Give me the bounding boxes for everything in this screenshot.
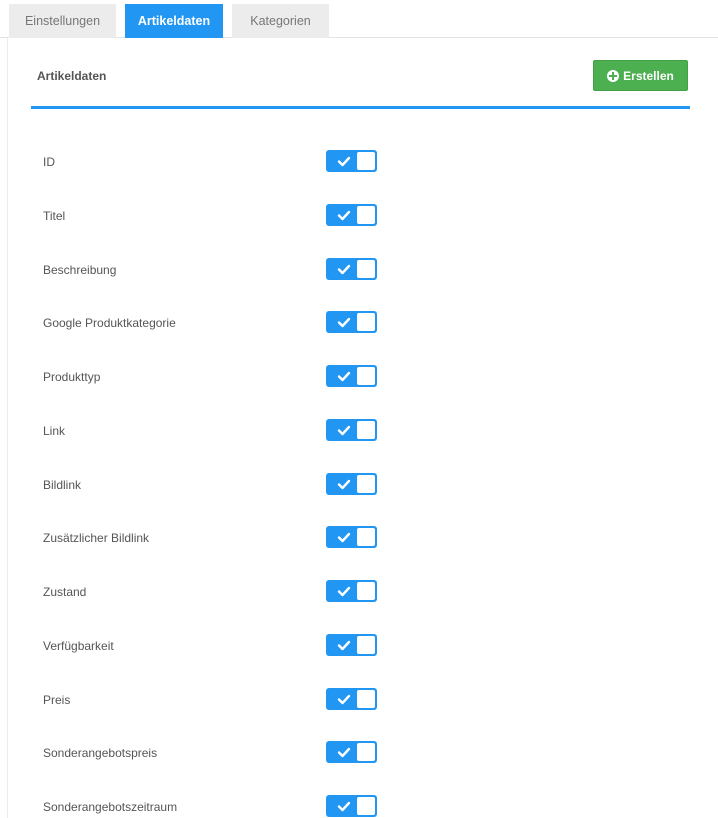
toggle-knob	[357, 474, 375, 493]
field-toggle[interactable]	[326, 687, 377, 710]
field-label: Link	[43, 423, 66, 438]
toggle-knob	[357, 420, 375, 439]
field-toggle[interactable]	[326, 633, 377, 656]
tab-bar: Einstellungen Artikeldaten Kategorien	[0, 0, 718, 38]
toggle-knob	[357, 367, 375, 385]
field-row: Verfügbarkeit	[0, 633, 718, 660]
toggle-knob	[357, 635, 375, 654]
field-label: Bildlink	[43, 477, 82, 492]
field-toggle[interactable]	[326, 150, 377, 172]
toggle-knob	[357, 797, 375, 815]
create-button-label: Erstellen	[623, 68, 674, 83]
panel-title: Artikeldaten	[37, 69, 107, 83]
field-label: Titel	[43, 208, 66, 223]
field-label: Sonderangebotszeitraum	[43, 800, 178, 814]
field-row: Link	[0, 418, 718, 445]
checkmark-icon	[337, 801, 351, 812]
tab-kategorien[interactable]: Kategorien	[232, 4, 329, 38]
field-toggle[interactable]	[326, 257, 377, 280]
field-toggle[interactable]	[326, 526, 377, 549]
field-toggle[interactable]	[326, 365, 377, 387]
field-toggle[interactable]	[326, 580, 377, 602]
checkmark-icon	[337, 748, 351, 758]
checkmark-icon	[337, 210, 351, 220]
field-toggle[interactable]	[326, 795, 377, 817]
checkmark-icon	[337, 371, 351, 382]
field-toggle[interactable]	[326, 418, 377, 441]
header-divider	[31, 106, 690, 109]
field-toggle[interactable]	[326, 741, 377, 764]
toggle-knob	[357, 152, 375, 170]
field-label: Zusätzlicher Bildlink	[43, 531, 150, 546]
field-label: Zustand	[43, 585, 87, 599]
field-row: Beschreibung	[0, 257, 718, 284]
toggle-knob	[357, 582, 375, 600]
field-row: Zusätzlicher Bildlink	[0, 526, 718, 552]
field-label: Verfügbarkeit	[43, 638, 114, 653]
field-row: Produkttyp	[0, 365, 718, 391]
checkmark-icon	[337, 640, 351, 650]
field-row: Zustand	[0, 580, 718, 606]
checkmark-icon	[337, 318, 351, 328]
toggle-knob	[357, 689, 375, 708]
field-row: Bildlink	[0, 472, 718, 499]
field-label: Sonderangebotspreis	[43, 746, 158, 761]
field-label: Preis	[43, 692, 71, 707]
field-toggle[interactable]	[326, 203, 377, 226]
toggle-knob	[357, 205, 375, 224]
field-row: Sonderangebotszeitraum	[0, 795, 718, 818]
checkmark-icon	[337, 694, 351, 704]
field-toggle[interactable]	[326, 472, 377, 495]
field-row: Titel	[0, 203, 718, 230]
checkmark-icon	[337, 264, 351, 274]
toggle-knob	[357, 259, 375, 278]
toggle-knob	[357, 743, 375, 762]
checkmark-icon	[337, 533, 351, 543]
field-label: Beschreibung	[43, 262, 117, 277]
field-toggle[interactable]	[326, 311, 377, 334]
tab-einstellungen[interactable]: Einstellungen	[9, 4, 116, 38]
tab-artikeldaten[interactable]: Artikeldaten	[125, 4, 223, 38]
toggle-knob	[357, 528, 375, 547]
field-row: Sonderangebotspreis	[0, 741, 718, 767]
checkmark-icon	[337, 156, 351, 167]
field-row: ID	[0, 150, 718, 176]
field-label: Google Produktkategorie	[43, 316, 176, 331]
checkmark-icon	[337, 586, 351, 597]
toggle-knob	[357, 313, 375, 332]
field-label: Produkttyp	[43, 370, 101, 384]
field-row: Preis	[0, 687, 718, 714]
field-row: Google Produktkategorie	[0, 311, 718, 337]
create-button[interactable]: Erstellen	[593, 60, 688, 91]
checkmark-icon	[337, 425, 351, 435]
field-label: ID	[43, 155, 55, 169]
checkmark-icon	[337, 479, 351, 489]
plus-circle-icon	[607, 69, 620, 82]
